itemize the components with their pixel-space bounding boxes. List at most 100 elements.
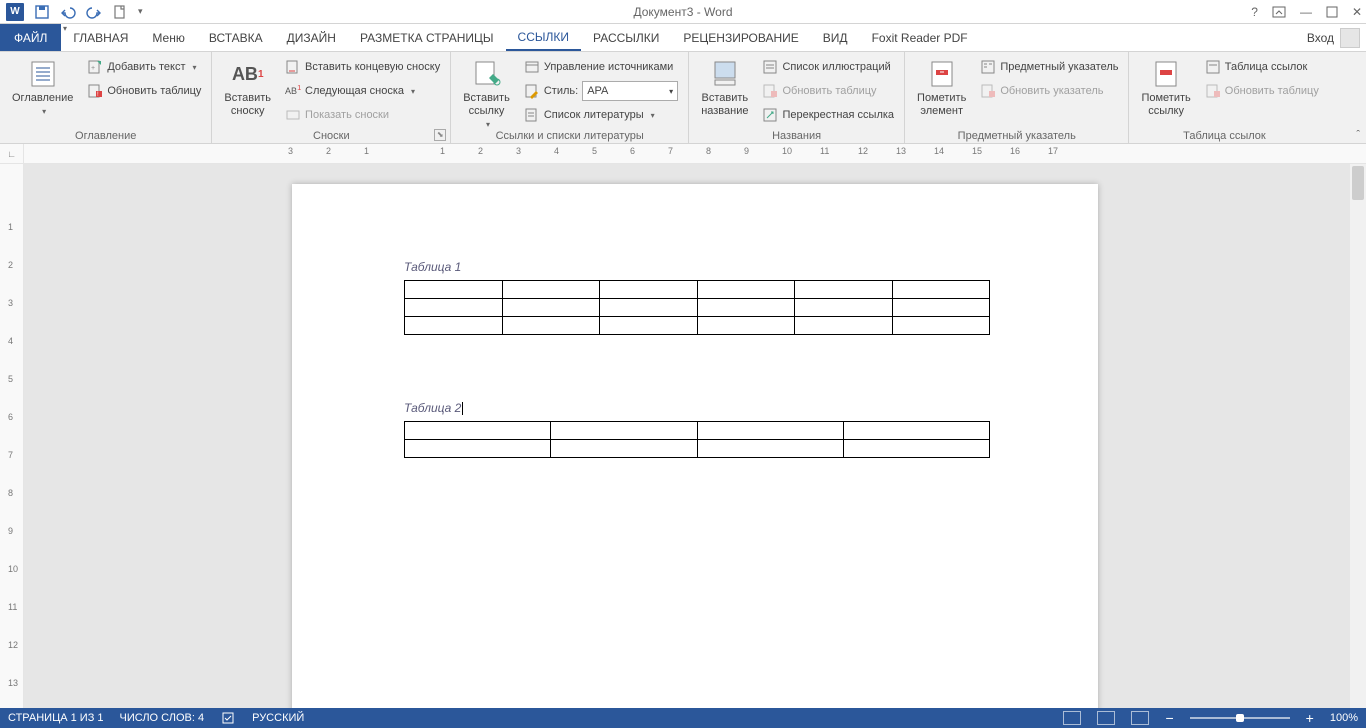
mark-citation-button[interactable]: Пометить ссылку	[1135, 56, 1196, 118]
view-print-layout-icon[interactable]	[1063, 711, 1081, 725]
group-footnotes-label: Сноски	[212, 130, 450, 142]
status-language[interactable]: РУССКИЙ	[252, 712, 304, 724]
window-controls: ? — ✕	[1251, 5, 1362, 19]
chevron-down-icon: ▾	[669, 87, 673, 96]
bibliography-icon	[524, 107, 540, 123]
close-icon[interactable]: ✕	[1352, 5, 1362, 19]
tab-references[interactable]: ССЫЛКИ	[506, 24, 581, 51]
mark-entry-icon	[926, 58, 958, 90]
show-notes-icon	[285, 107, 301, 123]
spellcheck-icon[interactable]	[220, 711, 236, 725]
ribbon: Оглавление +Добавить текст !Обновить таб…	[0, 52, 1366, 144]
toc-label: Оглавление	[12, 92, 73, 105]
tab-view[interactable]: ВИД	[811, 24, 860, 51]
insert-caption-button[interactable]: Вставить название	[695, 56, 754, 118]
minimize-icon[interactable]: —	[1300, 5, 1312, 19]
insert-index-icon	[980, 59, 996, 75]
zoom-out-button[interactable]: −	[1165, 710, 1173, 726]
table-1[interactable]	[404, 280, 990, 335]
update-index-button[interactable]: Обновить указатель	[976, 80, 1122, 102]
crossref-icon	[762, 107, 778, 123]
insert-toa-icon	[1205, 59, 1221, 75]
vertical-scrollbar[interactable]	[1350, 164, 1366, 708]
sign-in[interactable]: Вход	[1307, 24, 1366, 51]
next-footnote-button[interactable]: AB1Следующая сноска	[281, 80, 444, 102]
mark-entry-button[interactable]: Пометить элемент	[911, 56, 972, 118]
table1-caption: Таблица 1	[404, 260, 990, 274]
tab-review[interactable]: РЕЦЕНЗИРОВАНИЕ	[671, 24, 810, 51]
scrollbar-thumb[interactable]	[1352, 166, 1364, 200]
update-captions-icon	[762, 83, 778, 99]
view-read-mode-icon[interactable]	[1097, 711, 1115, 725]
table-2[interactable]	[404, 421, 990, 458]
tab-insert[interactable]: ВСТАВКА	[197, 24, 275, 51]
show-notes-button[interactable]: Показать сноски	[281, 104, 444, 126]
tab-file[interactable]: ФАЙЛ	[0, 24, 61, 51]
mark-citation-label: Пометить ссылку	[1141, 92, 1190, 118]
maximize-icon[interactable]	[1326, 6, 1338, 18]
bibliography-button[interactable]: Список литературы	[520, 104, 682, 126]
ribbon-options-icon[interactable]	[1272, 6, 1286, 18]
help-icon[interactable]: ?	[1251, 5, 1258, 19]
new-doc-icon[interactable]	[112, 4, 128, 20]
tab-foxit[interactable]: Foxit Reader PDF	[860, 24, 980, 51]
collapse-ribbon-icon[interactable]: ˆ	[1356, 129, 1360, 141]
horizontal-ruler[interactable]: 3211234567891011121314151617	[24, 144, 1366, 163]
save-icon[interactable]	[34, 4, 50, 20]
horizontal-ruler-bar: ∟ 3211234567891011121314151617	[0, 144, 1366, 164]
next-footnote-icon: AB1	[285, 83, 301, 99]
group-citations-label: Ссылки и списки литературы	[451, 130, 688, 142]
ribbon-tabs: ФАЙЛ ГЛАВНАЯ Меню ВСТАВКА ДИЗАЙН РАЗМЕТК…	[0, 24, 1366, 52]
insert-index-button[interactable]: Предметный указатель	[976, 56, 1122, 78]
vertical-ruler[interactable]: 12345678910111213	[0, 164, 24, 708]
footnotes-dialog-launcher[interactable]: ⬊	[434, 129, 446, 141]
caption-label: Вставить название	[701, 92, 748, 118]
update-toa-button[interactable]: Обновить таблицу	[1201, 80, 1323, 102]
tab-layout[interactable]: РАЗМЕТКА СТРАНИЦЫ	[348, 24, 506, 51]
update-captions-button[interactable]: Обновить таблицу	[758, 80, 898, 102]
manage-sources-icon	[524, 59, 540, 75]
mark-citation-icon	[1150, 58, 1182, 90]
citation-style-row: Стиль: APA▾	[520, 80, 682, 102]
redo-icon[interactable]	[86, 4, 102, 20]
zoom-slider-knob[interactable]	[1236, 714, 1244, 722]
zoom-slider[interactable]	[1190, 717, 1290, 719]
page: Таблица 1 Таблица 2	[292, 184, 1098, 708]
zoom-in-button[interactable]: +	[1306, 710, 1314, 726]
toc-button[interactable]: Оглавление	[6, 56, 79, 116]
insert-toa-button[interactable]: Таблица ссылок	[1201, 56, 1323, 78]
avatar-icon	[1340, 28, 1360, 48]
update-toc-button[interactable]: !Обновить таблицу	[83, 80, 205, 102]
view-web-layout-icon[interactable]	[1131, 711, 1149, 725]
add-text-button[interactable]: +Добавить текст	[83, 56, 205, 78]
tab-mailings[interactable]: РАССЫЛКИ	[581, 24, 671, 51]
citation-label: Вставить ссылку	[463, 92, 510, 118]
add-text-icon: +	[87, 59, 103, 75]
update-toa-icon	[1205, 83, 1221, 99]
cross-reference-button[interactable]: Перекрестная ссылка	[758, 104, 898, 126]
status-words[interactable]: ЧИСЛО СЛОВ: 4	[120, 712, 205, 724]
group-citations: Вставить ссылку Управление источниками С…	[451, 52, 689, 143]
status-page[interactable]: СТРАНИЦА 1 ИЗ 1	[8, 712, 104, 724]
toc-icon	[27, 58, 59, 90]
figures-list-button[interactable]: Список иллюстраций	[758, 56, 898, 78]
tab-menu[interactable]: Меню	[140, 24, 196, 51]
citation-style-select[interactable]: APA▾	[582, 81, 678, 101]
document-area[interactable]: Таблица 1 Таблица 2	[24, 164, 1366, 708]
style-icon	[524, 83, 540, 99]
zoom-level[interactable]: 100%	[1330, 712, 1358, 724]
quick-access-toolbar: W ▾	[0, 3, 149, 21]
ruler-corner[interactable]: ∟	[0, 144, 24, 164]
insert-citation-button[interactable]: Вставить ссылку	[457, 56, 516, 129]
table2-caption: Таблица 2	[404, 401, 990, 415]
insert-endnote-button[interactable]: Вставить концевую сноску	[281, 56, 444, 78]
qat-more-icon[interactable]: ▾	[138, 6, 143, 17]
insert-footnote-button[interactable]: AB1 Вставить сноску	[218, 56, 277, 118]
group-index: Пометить элемент Предметный указатель Об…	[905, 52, 1129, 143]
group-captions: Вставить название Список иллюстраций Обн…	[689, 52, 905, 143]
group-toc-label: Оглавление	[0, 130, 211, 142]
manage-sources-button[interactable]: Управление источниками	[520, 56, 682, 78]
cursor	[462, 402, 463, 415]
undo-icon[interactable]	[60, 4, 76, 20]
tab-design[interactable]: ДИЗАЙН	[275, 24, 348, 51]
